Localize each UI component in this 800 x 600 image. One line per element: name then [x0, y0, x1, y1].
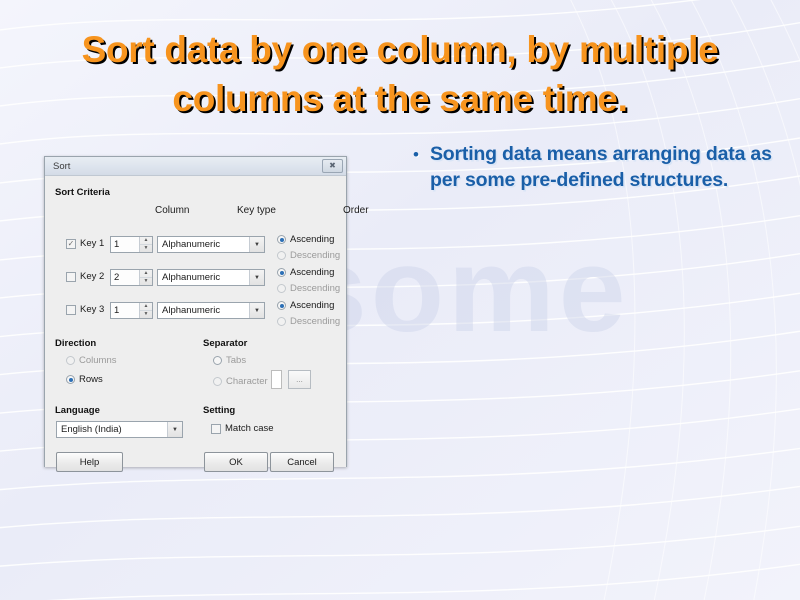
stepper-arrows[interactable]: ▲ ▼: [139, 303, 152, 318]
key1-column-value: 1: [111, 237, 139, 252]
stepper-down-icon[interactable]: ▼: [140, 311, 152, 318]
key1-label: Key 1: [80, 238, 105, 249]
checkbox-icon: [66, 271, 76, 282]
key3-keytype-value: Alphanumeric: [162, 305, 221, 316]
direction-label: Direction: [55, 338, 97, 349]
match-case-label: Match case: [225, 423, 274, 434]
separator-label: Separator: [203, 338, 248, 349]
stepper-arrows[interactable]: ▲ ▼: [139, 237, 152, 252]
key2-keytype-value: Alphanumeric: [162, 272, 221, 283]
checkbox-icon: [211, 423, 221, 434]
stepper-arrows[interactable]: ▲ ▼: [139, 270, 152, 285]
key1-descending-label: Descending: [290, 250, 341, 261]
sort-criteria-label: Sort Criteria: [55, 187, 110, 198]
key3-checkbox[interactable]: Key 3: [66, 304, 104, 315]
direction-columns-radio[interactable]: Columns: [66, 355, 117, 366]
key1-ascending-label: Ascending: [290, 234, 335, 245]
stepper-down-icon[interactable]: ▼: [140, 278, 152, 285]
separator-tabs-radio[interactable]: Tabs: [213, 355, 246, 366]
radio-icon: [213, 377, 222, 386]
column-header-column: Column: [155, 205, 190, 216]
chevron-down-icon[interactable]: ▼: [249, 270, 264, 285]
sort-dialog: Sort ✖ Sort Criteria Column Key type Ord…: [44, 156, 369, 472]
radio-icon: [277, 284, 286, 293]
chevron-down-icon[interactable]: ▼: [167, 422, 182, 437]
column-header-key-type: Key type: [237, 205, 276, 216]
radio-icon: [277, 251, 286, 260]
key3-order-descending[interactable]: Descending: [277, 316, 340, 327]
radio-icon: [213, 356, 222, 365]
dialog-title: Sort: [53, 160, 71, 172]
radio-icon: [277, 235, 286, 244]
radio-icon: [66, 356, 75, 365]
key3-column-stepper[interactable]: 1 ▲ ▼: [110, 302, 153, 319]
stepper-down-icon[interactable]: ▼: [140, 245, 152, 252]
key3-label: Key 3: [80, 304, 105, 315]
direction-rows-label: Rows: [79, 374, 103, 385]
close-icon[interactable]: ✖: [322, 159, 343, 173]
key3-order-ascending[interactable]: Ascending: [277, 300, 334, 311]
chevron-down-icon[interactable]: ▼: [249, 303, 264, 318]
key2-descending-label: Descending: [290, 283, 341, 294]
separator-browse-button[interactable]: ...: [288, 370, 311, 389]
list-item: • Sorting data means arranging data as p…: [408, 141, 778, 193]
language-value: English (India): [61, 424, 122, 435]
separator-character-radio[interactable]: Character: [213, 376, 268, 387]
key3-keytype-select[interactable]: Alphanumeric ▼: [157, 302, 265, 319]
slide-canvas: some Sort data by one column, by multipl…: [0, 0, 800, 600]
radio-icon: [277, 268, 286, 277]
help-button[interactable]: Help: [56, 452, 123, 472]
key1-column-stepper[interactable]: 1 ▲ ▼: [110, 236, 153, 253]
separator-character-input[interactable]: [271, 370, 282, 389]
slide-body: • Sorting data means arranging data as p…: [408, 141, 778, 193]
ok-button[interactable]: OK: [204, 452, 268, 472]
key2-ascending-label: Ascending: [290, 267, 335, 278]
column-header-order: Order: [343, 205, 369, 216]
key1-keytype-select[interactable]: Alphanumeric ▼: [157, 236, 265, 253]
key2-label: Key 2: [80, 271, 105, 282]
key2-order-ascending[interactable]: Ascending: [277, 267, 334, 278]
radio-icon: [277, 301, 286, 310]
key1-order-ascending[interactable]: Ascending: [277, 234, 334, 245]
bullet-marker-icon: •: [413, 145, 419, 164]
key2-keytype-select[interactable]: Alphanumeric ▼: [157, 269, 265, 286]
key2-checkbox[interactable]: Key 2: [66, 271, 104, 282]
key2-column-stepper[interactable]: 2 ▲ ▼: [110, 269, 153, 286]
key1-keytype-value: Alphanumeric: [162, 239, 221, 250]
language-select[interactable]: English (India) ▼: [56, 421, 183, 438]
key2-column-value: 2: [111, 270, 139, 285]
key3-descending-label: Descending: [290, 316, 341, 327]
bullet-text: Sorting data means arranging data as per…: [430, 143, 772, 191]
stepper-up-icon[interactable]: ▲: [140, 303, 152, 311]
chevron-down-icon[interactable]: ▼: [249, 237, 264, 252]
stepper-up-icon[interactable]: ▲: [140, 237, 152, 245]
slide-title: Sort data by one column, by multiple col…: [81, 29, 719, 119]
key1-order-descending[interactable]: Descending: [277, 250, 340, 261]
direction-rows-radio[interactable]: Rows: [66, 374, 103, 385]
radio-icon: [277, 317, 286, 326]
separator-character-label: Character: [226, 376, 268, 387]
stepper-up-icon[interactable]: ▲: [140, 270, 152, 278]
key3-column-value: 1: [111, 303, 139, 318]
radio-icon: [66, 375, 75, 384]
language-label: Language: [55, 405, 100, 416]
checkbox-icon: [66, 238, 76, 249]
checkbox-icon: [66, 304, 76, 315]
direction-columns-label: Columns: [79, 355, 117, 366]
key2-order-descending[interactable]: Descending: [277, 283, 340, 294]
match-case-checkbox[interactable]: Match case: [211, 423, 274, 434]
background-watermark-text: some: [300, 223, 630, 357]
dialog-body: Sort Criteria Column Key type Order Key …: [45, 176, 369, 472]
dialog-titlebar: Sort ✖: [45, 157, 346, 176]
key3-ascending-label: Ascending: [290, 300, 335, 311]
key1-checkbox[interactable]: Key 1: [66, 238, 104, 249]
setting-label: Setting: [203, 405, 236, 416]
separator-tabs-label: Tabs: [226, 355, 247, 366]
cancel-button[interactable]: Cancel: [270, 452, 334, 472]
